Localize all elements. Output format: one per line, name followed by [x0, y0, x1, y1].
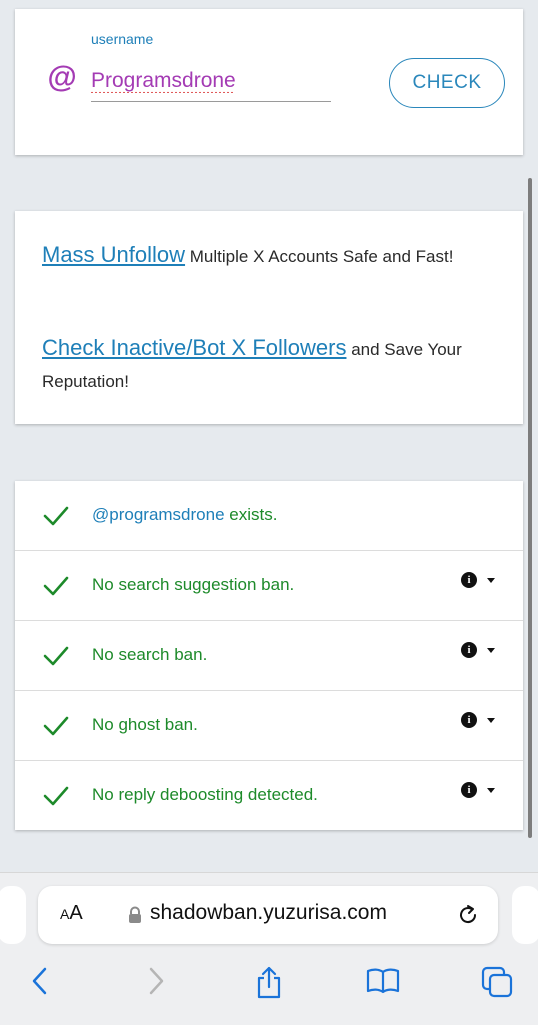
result-status: exists. [224, 505, 278, 524]
promo-text-1: Multiple X Accounts Safe and Fast! [185, 247, 454, 266]
result-text: No ghost ban. [92, 715, 198, 735]
info-icon[interactable]: i [461, 712, 477, 728]
checkmark-icon [43, 786, 69, 806]
username-search-card: username @ CHECK [15, 9, 523, 155]
info-icon[interactable]: i [461, 642, 477, 658]
chevron-down-icon[interactable] [487, 718, 495, 723]
chevron-down-icon[interactable] [487, 578, 495, 583]
share-icon[interactable] [254, 965, 284, 1001]
result-text: No reply deboosting detected. [92, 785, 318, 805]
result-row[interactable]: No search suggestion ban. i [15, 551, 523, 621]
checkmark-icon [43, 646, 69, 666]
promo-mass-unfollow: Mass Unfollow Multiple X Accounts Safe a… [42, 239, 482, 273]
at-symbol-icon: @ [47, 61, 77, 94]
username-input[interactable] [91, 61, 331, 102]
result-status: No search suggestion ban. [92, 575, 295, 594]
promo-card: Mass Unfollow Multiple X Accounts Safe a… [15, 211, 523, 424]
checkmark-icon [43, 576, 69, 596]
lock-icon [129, 906, 141, 923]
result-status: No reply deboosting detected. [92, 785, 318, 804]
info-icon[interactable]: i [461, 782, 477, 798]
promo-inactive-followers: Check Inactive/Bot X Followers and Save … [42, 332, 482, 398]
reader-settings-button[interactable]: AA [60, 902, 83, 925]
browser-toolbar [0, 961, 538, 1011]
next-tab-preview[interactable] [512, 886, 538, 944]
result-row[interactable]: No reply deboosting detected. i [15, 761, 523, 830]
chevron-down-icon[interactable] [487, 788, 495, 793]
result-row[interactable]: No ghost ban. i [15, 691, 523, 761]
username-handle: @programsdrone [92, 505, 225, 524]
result-row: @programsdrone exists. [15, 481, 523, 551]
result-status: No ghost ban. [92, 715, 198, 734]
prev-tab-preview[interactable] [0, 886, 26, 944]
results-card: @programsdrone exists. No search suggesti… [15, 481, 523, 830]
username-label: username [91, 31, 154, 47]
mass-unfollow-link[interactable]: Mass Unfollow [42, 242, 185, 267]
address-bar[interactable]: AA shadowban.yuzurisa.com [38, 886, 498, 944]
result-text: No search ban. [92, 645, 207, 665]
result-status: No search ban. [92, 645, 208, 664]
browser-chrome: AA shadowban.yuzurisa.com [0, 872, 538, 1025]
result-row[interactable]: No search ban. i [15, 621, 523, 691]
checkmark-icon [43, 716, 69, 736]
page-scrollbar[interactable] [528, 178, 532, 838]
result-text: No search suggestion ban. [92, 575, 294, 595]
tabs-icon[interactable] [480, 965, 514, 999]
info-icon[interactable]: i [461, 572, 477, 588]
checkmark-icon [43, 506, 69, 526]
result-text: @programsdrone exists. [92, 505, 277, 525]
reload-icon[interactable] [456, 903, 480, 927]
back-icon[interactable] [28, 965, 52, 997]
check-inactive-link[interactable]: Check Inactive/Bot X Followers [42, 335, 346, 360]
forward-icon[interactable] [144, 965, 168, 997]
check-button[interactable]: CHECK [389, 58, 505, 108]
chevron-down-icon[interactable] [487, 648, 495, 653]
bookmarks-icon[interactable] [365, 965, 401, 997]
url-text: shadowban.yuzurisa.com [150, 901, 387, 924]
